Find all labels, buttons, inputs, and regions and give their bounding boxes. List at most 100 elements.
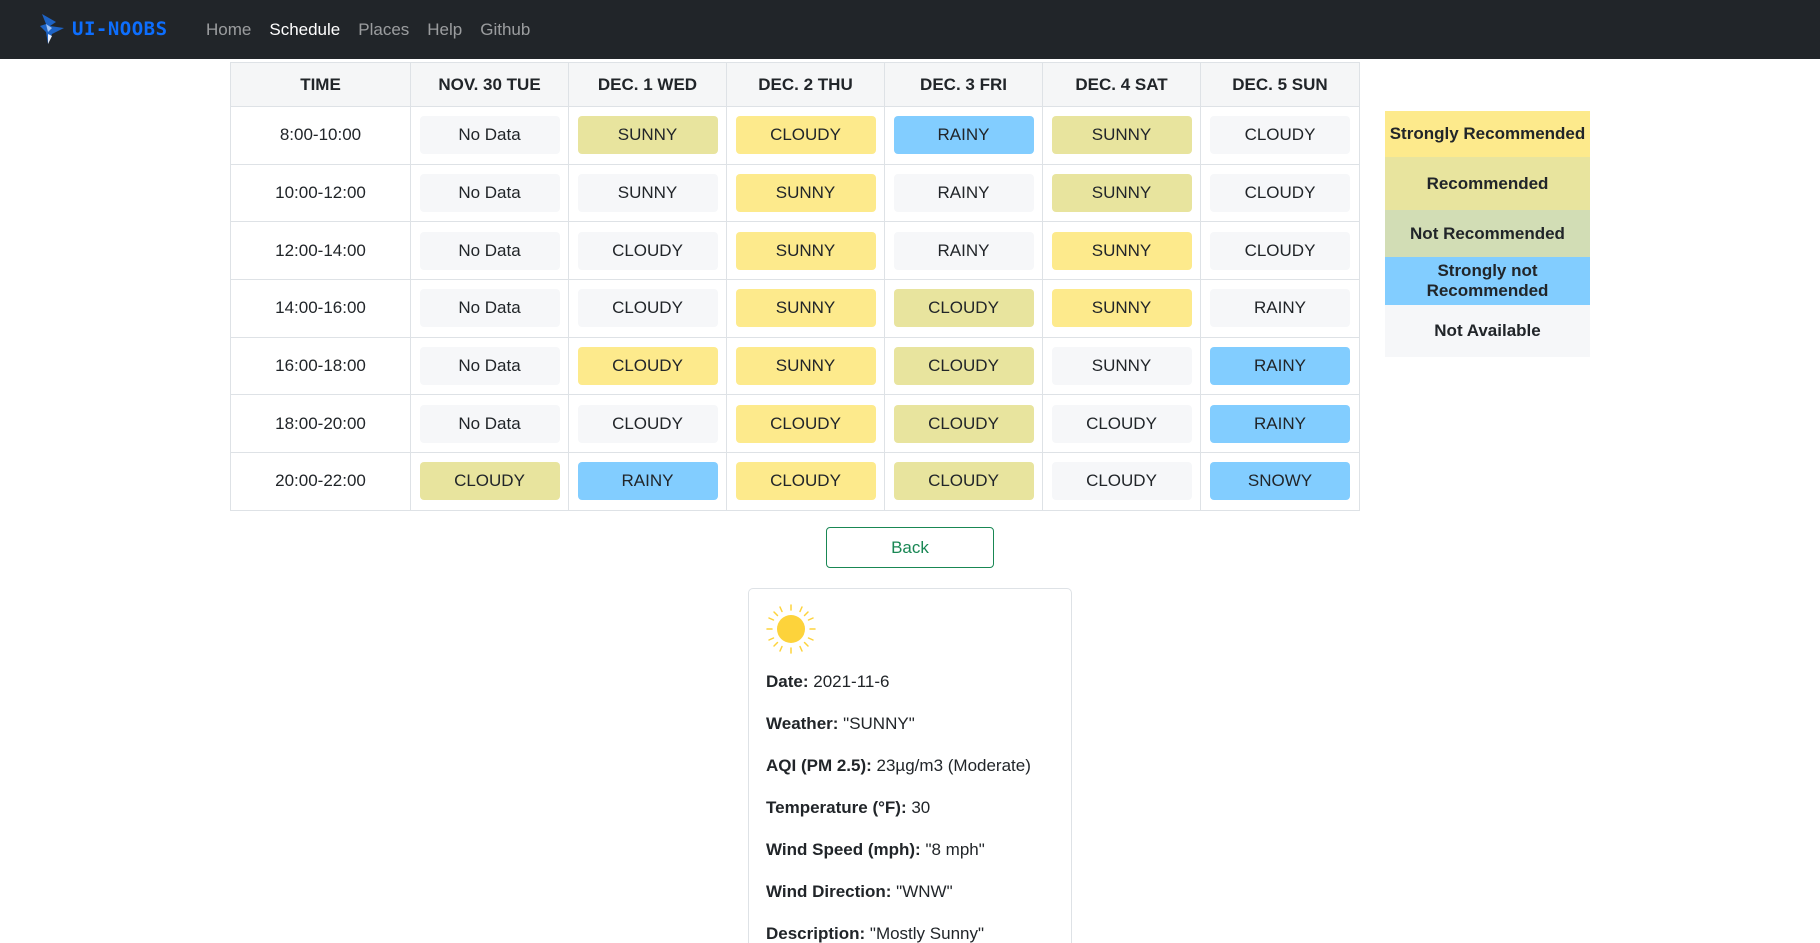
nav-link-help[interactable]: Help bbox=[427, 20, 462, 40]
weather-slot-button[interactable]: No Data bbox=[419, 404, 560, 443]
header-day-3: DEC. 2 THU bbox=[726, 62, 885, 107]
schedule-cell: CLOUDY bbox=[884, 279, 1043, 338]
detail-label: Wind Direction: bbox=[766, 882, 892, 901]
back-button[interactable]: Back bbox=[826, 527, 994, 568]
detail-label: Temperature (°F): bbox=[766, 798, 907, 817]
weather-detail-card: Date: 2021-11-6 Weather: "SUNNY" AQI (PM 2… bbox=[748, 588, 1072, 943]
nav-link-schedule[interactable]: Schedule bbox=[269, 20, 340, 40]
weather-slot-button[interactable]: CLOUDY bbox=[1210, 174, 1350, 213]
detail-row: Weather: "SUNNY" bbox=[766, 714, 915, 734]
header-day-6: DEC. 5 SUN bbox=[1200, 62, 1360, 107]
weather-slot-button[interactable]: SUNNY bbox=[1051, 116, 1192, 155]
weather-slot-button[interactable]: RAINY bbox=[893, 116, 1034, 155]
weather-slot-button[interactable]: No Data bbox=[419, 174, 560, 213]
weather-slot-button[interactable]: SUNNY bbox=[577, 116, 718, 155]
schedule-cell: SUNNY bbox=[1042, 221, 1201, 281]
weather-slot-button[interactable]: CLOUDY bbox=[893, 347, 1034, 386]
weather-slot-button[interactable]: No Data bbox=[419, 231, 560, 270]
schedule-cell: No Data bbox=[410, 336, 569, 396]
weather-slot-button[interactable]: CLOUDY bbox=[577, 404, 718, 443]
table-row: 10:00-12:00 No Data SUNNY SUNNY RAINY SUNNY CL… bbox=[230, 163, 1360, 223]
detail-value: "8 mph" bbox=[920, 840, 985, 859]
nav-link-places[interactable]: Places bbox=[358, 20, 409, 40]
detail-row: Date: 2021-11-6 bbox=[766, 672, 889, 692]
schedule-cell: CLOUDY bbox=[1200, 106, 1360, 165]
detail-row: Wind Direction: "WNW" bbox=[766, 882, 953, 902]
time-slot-cell: 18:00-20:00 bbox=[230, 394, 411, 454]
schedule-cell: RAINY bbox=[1200, 394, 1360, 454]
header-day-1: NOV. 30 TUE bbox=[410, 62, 569, 107]
table-header-row: TIME NOV. 30 TUE DEC. 1 WED DEC. 2 THU D… bbox=[230, 62, 1360, 107]
weather-slot-button[interactable]: CLOUDY bbox=[577, 289, 718, 328]
schedule-body: 8:00-10:00 No Data SUNNY CLOUDY RAINY SUNNY CL… bbox=[230, 106, 1360, 511]
weather-slot-button[interactable]: RAINY bbox=[1210, 404, 1350, 443]
weather-slot-button[interactable]: SNOWY bbox=[1210, 462, 1350, 501]
detail-row: Wind Speed (mph): "8 mph" bbox=[766, 840, 985, 860]
weather-slot-button[interactable]: No Data bbox=[419, 347, 560, 386]
weather-slot-button[interactable]: SUNNY bbox=[735, 289, 876, 328]
schedule-cell: No Data bbox=[410, 106, 569, 165]
time-slot-cell: 8:00-10:00 bbox=[230, 106, 411, 165]
detail-row: Temperature (°F): 30 bbox=[766, 798, 930, 818]
weather-slot-button[interactable]: SUNNY bbox=[735, 347, 876, 386]
nav-link-home[interactable]: Home bbox=[206, 20, 251, 40]
time-slot-cell: 16:00-18:00 bbox=[230, 336, 411, 396]
weather-slot-button[interactable]: SUNNY bbox=[1051, 174, 1192, 213]
weather-slot-button[interactable]: CLOUDY bbox=[893, 404, 1034, 443]
schedule-cell: CLOUDY bbox=[1042, 452, 1201, 511]
schedule-cell: CLOUDY bbox=[884, 336, 1043, 396]
header-day-2: DEC. 1 WED bbox=[568, 62, 727, 107]
weather-slot-button[interactable]: RAINY bbox=[893, 174, 1034, 213]
weather-slot-button[interactable]: SUNNY bbox=[1051, 231, 1192, 270]
weather-slot-button[interactable]: CLOUDY bbox=[419, 462, 560, 501]
table-row: 12:00-14:00 No Data CLOUDY SUNNY RAINY SUNNY C… bbox=[230, 221, 1360, 281]
weather-slot-button[interactable]: CLOUDY bbox=[577, 231, 718, 270]
weather-slot-button[interactable]: SUNNY bbox=[577, 174, 718, 213]
brand-logo[interactable]: UI-NOOBS bbox=[38, 12, 168, 46]
detail-value: "WNW" bbox=[891, 882, 953, 901]
weather-slot-button[interactable]: CLOUDY bbox=[1051, 462, 1192, 501]
weather-slot-button[interactable]: SUNNY bbox=[735, 174, 876, 213]
weather-slot-button[interactable]: CLOUDY bbox=[893, 289, 1034, 328]
schedule-cell: SNOWY bbox=[1200, 452, 1360, 511]
weather-slot-button[interactable]: CLOUDY bbox=[1210, 231, 1350, 270]
schedule-cell: CLOUDY bbox=[568, 394, 727, 454]
detail-label: Weather: bbox=[766, 714, 839, 733]
schedule-cell: CLOUDY bbox=[410, 452, 569, 511]
detail-row: Description: "Mostly Sunny" bbox=[766, 924, 984, 943]
weather-slot-button[interactable]: CLOUDY bbox=[735, 116, 876, 155]
weather-slot-button[interactable]: CLOUDY bbox=[577, 347, 718, 386]
weather-slot-button[interactable]: SUNNY bbox=[735, 231, 876, 270]
weather-slot-button[interactable]: CLOUDY bbox=[1210, 116, 1350, 155]
weather-slot-button[interactable]: No Data bbox=[419, 289, 560, 328]
table-row: 14:00-16:00 No Data CLOUDY SUNNY CLOUDY SUNNY… bbox=[230, 279, 1360, 338]
schedule-cell: RAINY bbox=[568, 452, 727, 511]
weather-slot-button[interactable]: RAINY bbox=[893, 231, 1034, 270]
weather-slot-button[interactable]: SUNNY bbox=[1051, 347, 1192, 386]
weather-slot-button[interactable]: CLOUDY bbox=[1051, 404, 1192, 443]
bird-logo-icon bbox=[40, 14, 64, 44]
schedule-cell: CLOUDY bbox=[1200, 221, 1360, 281]
weather-slot-button[interactable]: CLOUDY bbox=[735, 462, 876, 501]
nav-links: Home Schedule Places Help Github bbox=[206, 0, 548, 59]
legend-item-strongnot: Strongly not Recommended bbox=[1385, 257, 1590, 305]
time-slot-cell: 14:00-16:00 bbox=[230, 279, 411, 338]
weather-slot-button[interactable]: No Data bbox=[419, 116, 560, 155]
detail-label: AQI (PM 2.5): bbox=[766, 756, 872, 775]
detail-value: "SUNNY" bbox=[838, 714, 915, 733]
weather-slot-button[interactable]: SUNNY bbox=[1051, 289, 1192, 328]
nav-link-github[interactable]: Github bbox=[480, 20, 530, 40]
weather-slot-button[interactable]: RAINY bbox=[1210, 289, 1350, 328]
schedule-cell: CLOUDY bbox=[1200, 163, 1360, 223]
detail-value: "Mostly Sunny" bbox=[865, 924, 985, 943]
weather-slot-button[interactable]: RAINY bbox=[577, 462, 718, 501]
weather-slot-button[interactable]: CLOUDY bbox=[893, 462, 1034, 501]
legend-item-notrec: Not Recommended bbox=[1385, 210, 1590, 257]
schedule-cell: SUNNY bbox=[568, 106, 727, 165]
schedule-cell: No Data bbox=[410, 279, 569, 338]
schedule-cell: SUNNY bbox=[568, 163, 727, 223]
schedule-cell: RAINY bbox=[1200, 279, 1360, 338]
detail-value: 23µg/m3 (Moderate) bbox=[871, 756, 1031, 775]
weather-slot-button[interactable]: CLOUDY bbox=[735, 404, 876, 443]
weather-slot-button[interactable]: RAINY bbox=[1210, 347, 1350, 386]
